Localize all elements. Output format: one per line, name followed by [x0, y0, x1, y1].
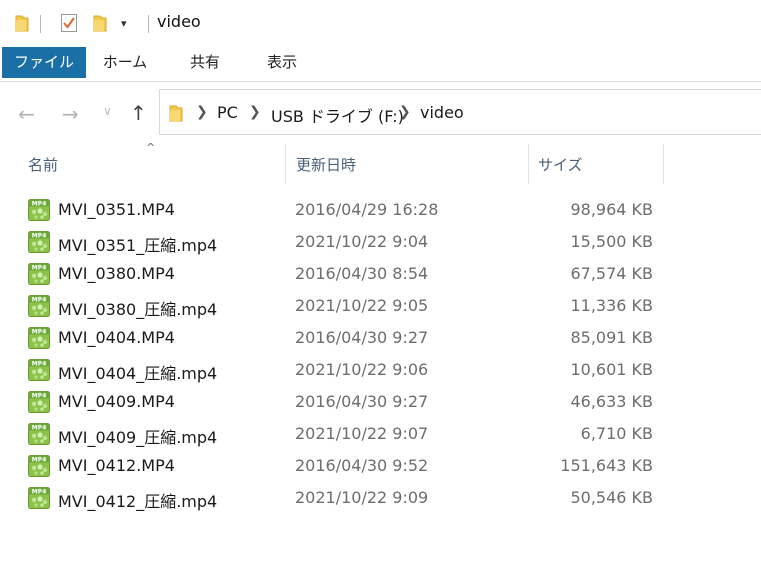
sort-ascending-icon: ^ [146, 141, 156, 154]
navigation-bar: ← → ∨ ↑ ❯ PC ❯ USB ドライブ (F:) ❯ video [0, 82, 761, 144]
file-size: 98,964 KB [570, 200, 653, 219]
title-bar: ▾ video [0, 0, 761, 46]
mp4-file-icon: MP4 [28, 199, 50, 221]
properties-check-icon[interactable] [60, 13, 78, 37]
file-name: MVI_0412.MP4 [58, 456, 175, 475]
chevron-right-icon[interactable]: ❯ [399, 104, 411, 120]
column-header-name[interactable]: 名前 [28, 154, 58, 175]
tab-home[interactable]: ホーム [92, 46, 158, 78]
file-name: MVI_0412_圧縮.mp4 [58, 492, 218, 511]
svg-text:MP4: MP4 [32, 425, 47, 432]
file-modified-date: 2016/04/30 8:54 [295, 264, 429, 283]
list-item[interactable]: MP4 MVI_0404.MP4 2016/04/30 9:27 85,091 … [0, 322, 761, 354]
mp4-file-icon: MP4 [28, 263, 50, 285]
file-modified-date: 2021/10/22 9:06 [295, 360, 429, 379]
back-arrow-icon[interactable]: ← [18, 102, 35, 126]
file-name: MVI_0409_圧縮.mp4 [58, 428, 218, 447]
file-size: 11,336 KB [570, 296, 653, 315]
svg-text:MP4: MP4 [32, 361, 47, 368]
file-name: MVI_0380.MP4 [58, 264, 175, 283]
svg-text:MP4: MP4 [32, 489, 47, 496]
column-divider[interactable] [663, 144, 664, 184]
mp4-file-icon: MP4 [28, 231, 50, 253]
file-size: 6,710 KB [580, 424, 653, 443]
file-name: MVI_0409.MP4 [58, 392, 175, 411]
svg-text:MP4: MP4 [32, 393, 47, 400]
column-headers: ^ 名前 更新日時 サイズ [0, 141, 761, 184]
file-size: 46,633 KB [570, 392, 653, 411]
file-modified-date: 2016/04/29 16:28 [295, 200, 439, 219]
list-item[interactable]: MP4 MVI_0409_圧縮.mp4 2021/10/22 9:07 6,71… [0, 418, 761, 450]
breadcrumb-pc[interactable]: PC [217, 103, 238, 122]
file-modified-date: 2021/10/22 9:09 [295, 488, 429, 507]
file-size: 151,643 KB [560, 456, 653, 475]
breadcrumb-usb-drive[interactable]: USB ドライブ (F:) [271, 103, 404, 127]
column-header-size[interactable]: サイズ [538, 154, 583, 175]
tab-file[interactable]: ファイル [2, 47, 86, 78]
forward-arrow-icon[interactable]: → [62, 102, 79, 126]
mp4-file-icon: MP4 [28, 391, 50, 413]
chevron-right-icon[interactable]: ❯ [196, 104, 208, 120]
file-size: 10,601 KB [570, 360, 653, 379]
file-modified-date: 2021/10/22 9:07 [295, 424, 429, 443]
title-divider [148, 15, 149, 33]
column-divider[interactable] [285, 144, 286, 184]
file-modified-date: 2016/04/30 9:27 [295, 392, 429, 411]
file-modified-date: 2021/10/22 9:05 [295, 296, 429, 315]
list-item[interactable]: MP4 MVI_0351.MP4 2016/04/29 16:28 98,964… [0, 194, 761, 226]
ribbon-tabs: ファイル ホーム 共有 表示 [0, 46, 761, 82]
toolbar-divider [40, 15, 41, 33]
column-header-modified[interactable]: 更新日時 [296, 154, 356, 175]
mp4-file-icon: MP4 [28, 295, 50, 317]
window-title: video [157, 12, 201, 31]
list-item[interactable]: MP4 MVI_0380.MP4 2016/04/30 8:54 67,574 … [0, 258, 761, 290]
mp4-file-icon: MP4 [28, 487, 50, 509]
file-name: MVI_0351.MP4 [58, 200, 175, 219]
file-modified-date: 2021/10/22 9:04 [295, 232, 429, 251]
chevron-right-icon[interactable]: ❯ [249, 104, 261, 120]
file-name: MVI_0404_圧縮.mp4 [58, 364, 218, 383]
tab-view[interactable]: 表示 [250, 46, 314, 78]
file-name: MVI_0404.MP4 [58, 328, 175, 347]
up-arrow-icon[interactable]: ↑ [130, 101, 147, 125]
file-size: 85,091 KB [570, 328, 653, 347]
file-size: 50,546 KB [570, 488, 653, 507]
mp4-file-icon: MP4 [28, 423, 50, 445]
file-name: MVI_0380_圧縮.mp4 [58, 300, 218, 319]
svg-text:MP4: MP4 [32, 297, 47, 304]
mp4-file-icon: MP4 [28, 327, 50, 349]
folder-icon [168, 103, 184, 127]
list-item[interactable]: MP4 MVI_0380_圧縮.mp4 2021/10/22 9:05 11,3… [0, 290, 761, 322]
mp4-file-icon: MP4 [28, 455, 50, 477]
tab-share[interactable]: 共有 [174, 46, 236, 78]
column-divider[interactable] [528, 144, 529, 184]
list-item[interactable]: MP4 MVI_0409.MP4 2016/04/30 9:27 46,633 … [0, 386, 761, 418]
breadcrumb-video[interactable]: video [420, 103, 464, 122]
file-modified-date: 2016/04/30 9:27 [295, 328, 429, 347]
folder-icon[interactable] [14, 13, 30, 37]
file-modified-date: 2016/04/30 9:52 [295, 456, 429, 475]
list-item[interactable]: MP4 MVI_0404_圧縮.mp4 2021/10/22 9:06 10,6… [0, 354, 761, 386]
file-size: 15,500 KB [570, 232, 653, 251]
list-item[interactable]: MP4 MVI_0351_圧縮.mp4 2021/10/22 9:04 15,5… [0, 226, 761, 258]
recent-locations-chevron-icon[interactable]: ∨ [103, 104, 112, 118]
svg-text:MP4: MP4 [32, 201, 47, 208]
file-name: MVI_0351_圧縮.mp4 [58, 236, 218, 255]
new-folder-icon[interactable] [92, 13, 108, 37]
address-bar[interactable]: ❯ PC ❯ USB ドライブ (F:) ❯ video [159, 89, 761, 135]
svg-text:MP4: MP4 [32, 329, 47, 336]
customize-quick-access-icon[interactable]: ▾ [121, 17, 127, 30]
list-item[interactable]: MP4 MVI_0412.MP4 2016/04/30 9:52 151,643… [0, 450, 761, 482]
mp4-file-icon: MP4 [28, 359, 50, 381]
svg-text:MP4: MP4 [32, 233, 47, 240]
file-size: 67,574 KB [570, 264, 653, 283]
svg-text:MP4: MP4 [32, 265, 47, 272]
list-item[interactable]: MP4 MVI_0412_圧縮.mp4 2021/10/22 9:09 50,5… [0, 482, 761, 514]
svg-text:MP4: MP4 [32, 457, 47, 464]
